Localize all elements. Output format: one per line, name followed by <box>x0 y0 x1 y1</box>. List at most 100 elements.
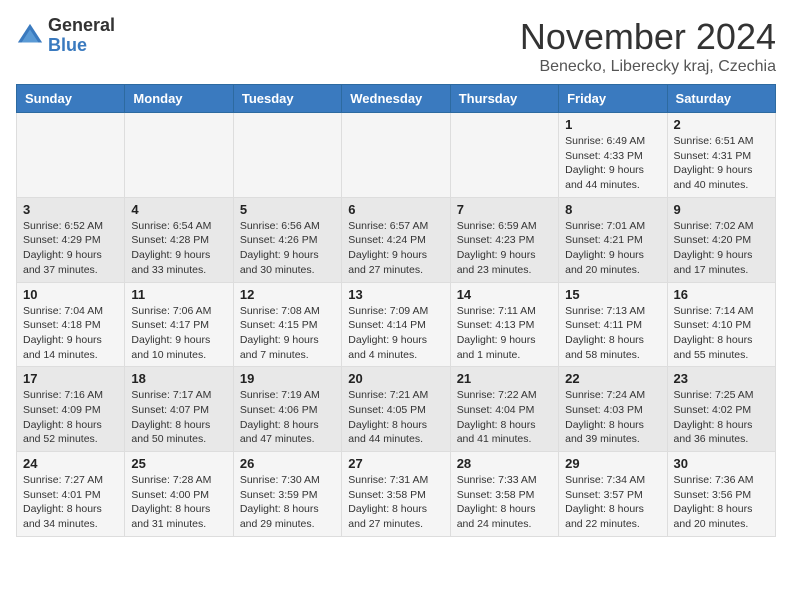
calendar-cell <box>233 113 341 198</box>
day-info: Sunrise: 7:06 AM Sunset: 4:17 PM Dayligh… <box>131 304 226 363</box>
calendar-week-row: 1 Sunrise: 6:49 AM Sunset: 4:33 PM Daylig… <box>17 113 776 198</box>
day-info: Sunrise: 7:28 AM Sunset: 4:00 PM Dayligh… <box>131 473 226 532</box>
day-header-thursday: Thursday <box>450 85 558 113</box>
day-info: Sunrise: 7:13 AM Sunset: 4:11 PM Dayligh… <box>565 304 660 363</box>
day-header-wednesday: Wednesday <box>342 85 450 113</box>
calendar-cell <box>125 113 233 198</box>
day-number: 8 <box>565 202 660 217</box>
day-number: 22 <box>565 371 660 386</box>
calendar-cell <box>450 113 558 198</box>
calendar-cell: 16 Sunrise: 7:14 AM Sunset: 4:10 PM Dayli… <box>667 282 775 367</box>
day-info: Sunrise: 6:49 AM Sunset: 4:33 PM Dayligh… <box>565 134 660 193</box>
calendar-cell: 3Sunrise: 6:52 AM Sunset: 4:29 PM Daylig… <box>17 197 125 282</box>
day-number: 24 <box>23 456 118 471</box>
day-number: 26 <box>240 456 335 471</box>
day-number: 27 <box>348 456 443 471</box>
day-info: Sunrise: 7:25 AM Sunset: 4:02 PM Dayligh… <box>674 388 769 447</box>
day-number: 5 <box>240 202 335 217</box>
day-number: 9 <box>674 202 769 217</box>
calendar-cell: 5 Sunrise: 6:56 AM Sunset: 4:26 PM Daylig… <box>233 197 341 282</box>
day-info: Sunrise: 7:04 AM Sunset: 4:18 PM Dayligh… <box>23 304 118 363</box>
day-number: 23 <box>674 371 769 386</box>
calendar-week-row: 17 Sunrise: 7:16 AM Sunset: 4:09 PM Dayli… <box>17 367 776 452</box>
calendar-cell: 24 Sunrise: 7:27 AM Sunset: 4:01 PM Dayli… <box>17 452 125 537</box>
day-info: Sunrise: 7:21 AM Sunset: 4:05 PM Dayligh… <box>348 388 443 447</box>
day-info: Sunrise: 7:22 AM Sunset: 4:04 PM Dayligh… <box>457 388 552 447</box>
day-header-friday: Friday <box>559 85 667 113</box>
day-info: Sunrise: 6:59 AM Sunset: 4:23 PM Dayligh… <box>457 219 552 278</box>
day-number: 1 <box>565 117 660 132</box>
day-info: Sunrise: 6:52 AM Sunset: 4:29 PM Dayligh… <box>23 219 118 278</box>
day-info: Sunrise: 6:54 AM Sunset: 4:28 PM Dayligh… <box>131 219 226 278</box>
day-header-sunday: Sunday <box>17 85 125 113</box>
calendar-table: SundayMondayTuesdayWednesdayThursdayFrid… <box>16 84 776 537</box>
logo-text: General Blue <box>48 16 115 56</box>
calendar-cell: 12 Sunrise: 7:08 AM Sunset: 4:15 PM Dayli… <box>233 282 341 367</box>
calendar-cell: 7 Sunrise: 6:59 AM Sunset: 4:23 PM Daylig… <box>450 197 558 282</box>
day-number: 18 <box>131 371 226 386</box>
day-info: Sunrise: 6:57 AM Sunset: 4:24 PM Dayligh… <box>348 219 443 278</box>
day-info: Sunrise: 7:17 AM Sunset: 4:07 PM Dayligh… <box>131 388 226 447</box>
calendar-cell: 8 Sunrise: 7:01 AM Sunset: 4:21 PM Daylig… <box>559 197 667 282</box>
calendar-cell <box>17 113 125 198</box>
calendar-cell: 22 Sunrise: 7:24 AM Sunset: 4:03 PM Dayli… <box>559 367 667 452</box>
calendar-cell: 1 Sunrise: 6:49 AM Sunset: 4:33 PM Daylig… <box>559 113 667 198</box>
day-number: 2 <box>674 117 769 132</box>
day-info: Sunrise: 7:09 AM Sunset: 4:14 PM Dayligh… <box>348 304 443 363</box>
day-info: Sunrise: 7:01 AM Sunset: 4:21 PM Dayligh… <box>565 219 660 278</box>
day-info: Sunrise: 7:36 AM Sunset: 3:56 PM Dayligh… <box>674 473 769 532</box>
day-number: 15 <box>565 287 660 302</box>
day-info: Sunrise: 6:56 AM Sunset: 4:26 PM Dayligh… <box>240 219 335 278</box>
day-header-tuesday: Tuesday <box>233 85 341 113</box>
day-number: 10 <box>23 287 118 302</box>
day-info: Sunrise: 7:19 AM Sunset: 4:06 PM Dayligh… <box>240 388 335 447</box>
calendar-cell: 11 Sunrise: 7:06 AM Sunset: 4:17 PM Dayli… <box>125 282 233 367</box>
day-number: 29 <box>565 456 660 471</box>
calendar-header-row: SundayMondayTuesdayWednesdayThursdayFrid… <box>17 85 776 113</box>
day-header-monday: Monday <box>125 85 233 113</box>
calendar-cell: 19 Sunrise: 7:19 AM Sunset: 4:06 PM Dayli… <box>233 367 341 452</box>
day-number: 17 <box>23 371 118 386</box>
calendar-cell: 15 Sunrise: 7:13 AM Sunset: 4:11 PM Dayli… <box>559 282 667 367</box>
day-number: 16 <box>674 287 769 302</box>
day-number: 13 <box>348 287 443 302</box>
calendar-cell: 25Sunrise: 7:28 AM Sunset: 4:00 PM Dayli… <box>125 452 233 537</box>
calendar-cell: 2 Sunrise: 6:51 AM Sunset: 4:31 PM Daylig… <box>667 113 775 198</box>
day-number: 4 <box>131 202 226 217</box>
location-subtitle: Benecko, Liberecky kraj, Czechia <box>520 58 776 76</box>
logo: General Blue <box>16 16 115 56</box>
day-info: Sunrise: 7:31 AM Sunset: 3:58 PM Dayligh… <box>348 473 443 532</box>
calendar-cell: 13 Sunrise: 7:09 AM Sunset: 4:14 PM Dayli… <box>342 282 450 367</box>
calendar-cell: 26 Sunrise: 7:30 AM Sunset: 3:59 PM Dayli… <box>233 452 341 537</box>
month-title: November 2024 <box>520 16 776 58</box>
day-info: Sunrise: 7:34 AM Sunset: 3:57 PM Dayligh… <box>565 473 660 532</box>
day-info: Sunrise: 7:14 AM Sunset: 4:10 PM Dayligh… <box>674 304 769 363</box>
logo-blue-text: Blue <box>48 36 115 56</box>
day-number: 30 <box>674 456 769 471</box>
calendar-cell: 14Sunrise: 7:11 AM Sunset: 4:13 PM Dayli… <box>450 282 558 367</box>
day-number: 7 <box>457 202 552 217</box>
day-info: Sunrise: 6:51 AM Sunset: 4:31 PM Dayligh… <box>674 134 769 193</box>
day-info: Sunrise: 7:11 AM Sunset: 4:13 PM Dayligh… <box>457 304 552 363</box>
day-number: 28 <box>457 456 552 471</box>
calendar-cell: 20Sunrise: 7:21 AM Sunset: 4:05 PM Dayli… <box>342 367 450 452</box>
day-number: 21 <box>457 371 552 386</box>
logo-icon <box>16 22 44 50</box>
calendar-week-row: 3Sunrise: 6:52 AM Sunset: 4:29 PM Daylig… <box>17 197 776 282</box>
day-number: 12 <box>240 287 335 302</box>
title-section: November 2024 Benecko, Liberecky kraj, C… <box>520 16 776 76</box>
calendar-cell: 10 Sunrise: 7:04 AM Sunset: 4:18 PM Dayli… <box>17 282 125 367</box>
day-number: 6 <box>348 202 443 217</box>
day-info: Sunrise: 7:24 AM Sunset: 4:03 PM Dayligh… <box>565 388 660 447</box>
calendar-cell: 6 Sunrise: 6:57 AM Sunset: 4:24 PM Daylig… <box>342 197 450 282</box>
day-number: 19 <box>240 371 335 386</box>
calendar-week-row: 10 Sunrise: 7:04 AM Sunset: 4:18 PM Dayli… <box>17 282 776 367</box>
day-info: Sunrise: 7:27 AM Sunset: 4:01 PM Dayligh… <box>23 473 118 532</box>
day-info: Sunrise: 7:08 AM Sunset: 4:15 PM Dayligh… <box>240 304 335 363</box>
day-header-saturday: Saturday <box>667 85 775 113</box>
day-info: Sunrise: 7:16 AM Sunset: 4:09 PM Dayligh… <box>23 388 118 447</box>
calendar-cell: 23 Sunrise: 7:25 AM Sunset: 4:02 PM Dayli… <box>667 367 775 452</box>
day-number: 11 <box>131 287 226 302</box>
day-info: Sunrise: 7:30 AM Sunset: 3:59 PM Dayligh… <box>240 473 335 532</box>
calendar-cell <box>342 113 450 198</box>
